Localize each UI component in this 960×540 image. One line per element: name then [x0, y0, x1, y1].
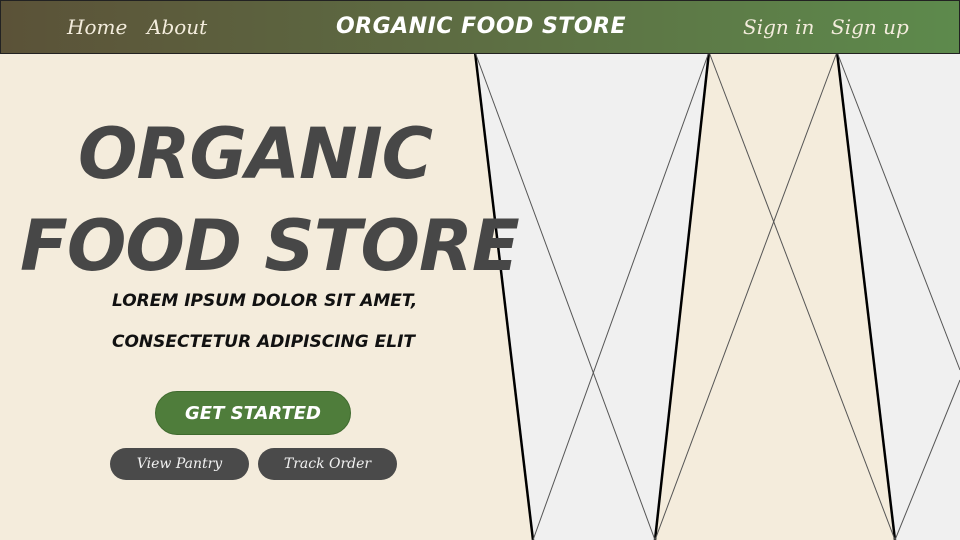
top-navbar: Home About ORGANIC FOOD STORE Sign in Si… — [0, 0, 960, 54]
nav-signin-link[interactable]: Sign in — [743, 13, 814, 41]
track-order-button[interactable]: Track Order — [258, 448, 397, 480]
hero-title-line-1: ORGANIC — [77, 113, 433, 195]
hero-title-line-2: FOOD STORE — [20, 205, 520, 287]
brand-logo-text[interactable]: ORGANIC FOOD STORE — [281, 12, 681, 42]
view-pantry-button[interactable]: View Pantry — [110, 448, 249, 480]
get-started-button[interactable]: GET STARTED — [155, 391, 351, 435]
hero-subtitle-line-2: CONSECTETUR ADIPISCING ELIT — [112, 332, 415, 352]
nav-signup-link[interactable]: Sign up — [831, 13, 909, 41]
nav-home-link[interactable]: Home — [67, 13, 127, 41]
nav-about-link[interactable]: About — [147, 13, 207, 41]
landing-page: Home About ORGANIC FOOD STORE Sign in Si… — [0, 0, 960, 540]
hero-title: ORGANIC FOOD STORE — [20, 108, 520, 292]
hero-subtitle-line-1: LOREM IPSUM DOLOR SIT AMET, — [112, 291, 418, 311]
